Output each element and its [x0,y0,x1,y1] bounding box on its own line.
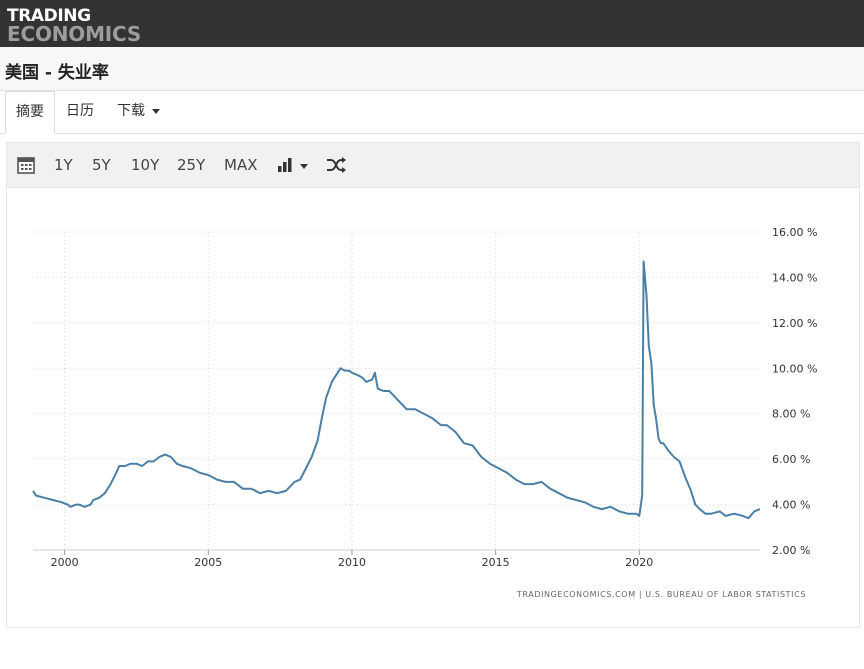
y-tick-label: 16.00 % [772,226,817,239]
y-axis-ticks: 16.00 % 14.00 % 12.00 % 10.00 % 8.00 % 6.00 %… [772,226,817,557]
x-tick-label: 2005 [194,556,222,569]
grid-lines [33,231,760,551]
y-tick-label: 6.00 % [772,453,810,466]
source-label: TRADINGECONOMICS.COM | U.S. BUREAU OF LA… [516,590,806,599]
y-tick-label: 2.00 % [772,544,810,557]
y-tick-label: 14.00 % [772,271,817,284]
x-axis-ticks: 2000 2005 2010 2015 2020 [51,550,653,569]
x-tick-label: 2010 [338,556,366,569]
x-tick-label: 2015 [482,556,510,569]
y-tick-label: 4.00 % [772,499,810,512]
y-tick-label: 10.00 % [772,362,817,375]
series-line-unemployment-rate [32,260,761,520]
y-tick-label: 8.00 % [772,408,810,421]
unemployment-line-chart: 16.00 % 14.00 % 12.00 % 10.00 % 8.00 % 6.00 %… [32,226,817,599]
x-tick-label: 2000 [51,556,79,569]
y-tick-label: 12.00 % [772,317,817,330]
x-tick-label: 2020 [625,556,653,569]
